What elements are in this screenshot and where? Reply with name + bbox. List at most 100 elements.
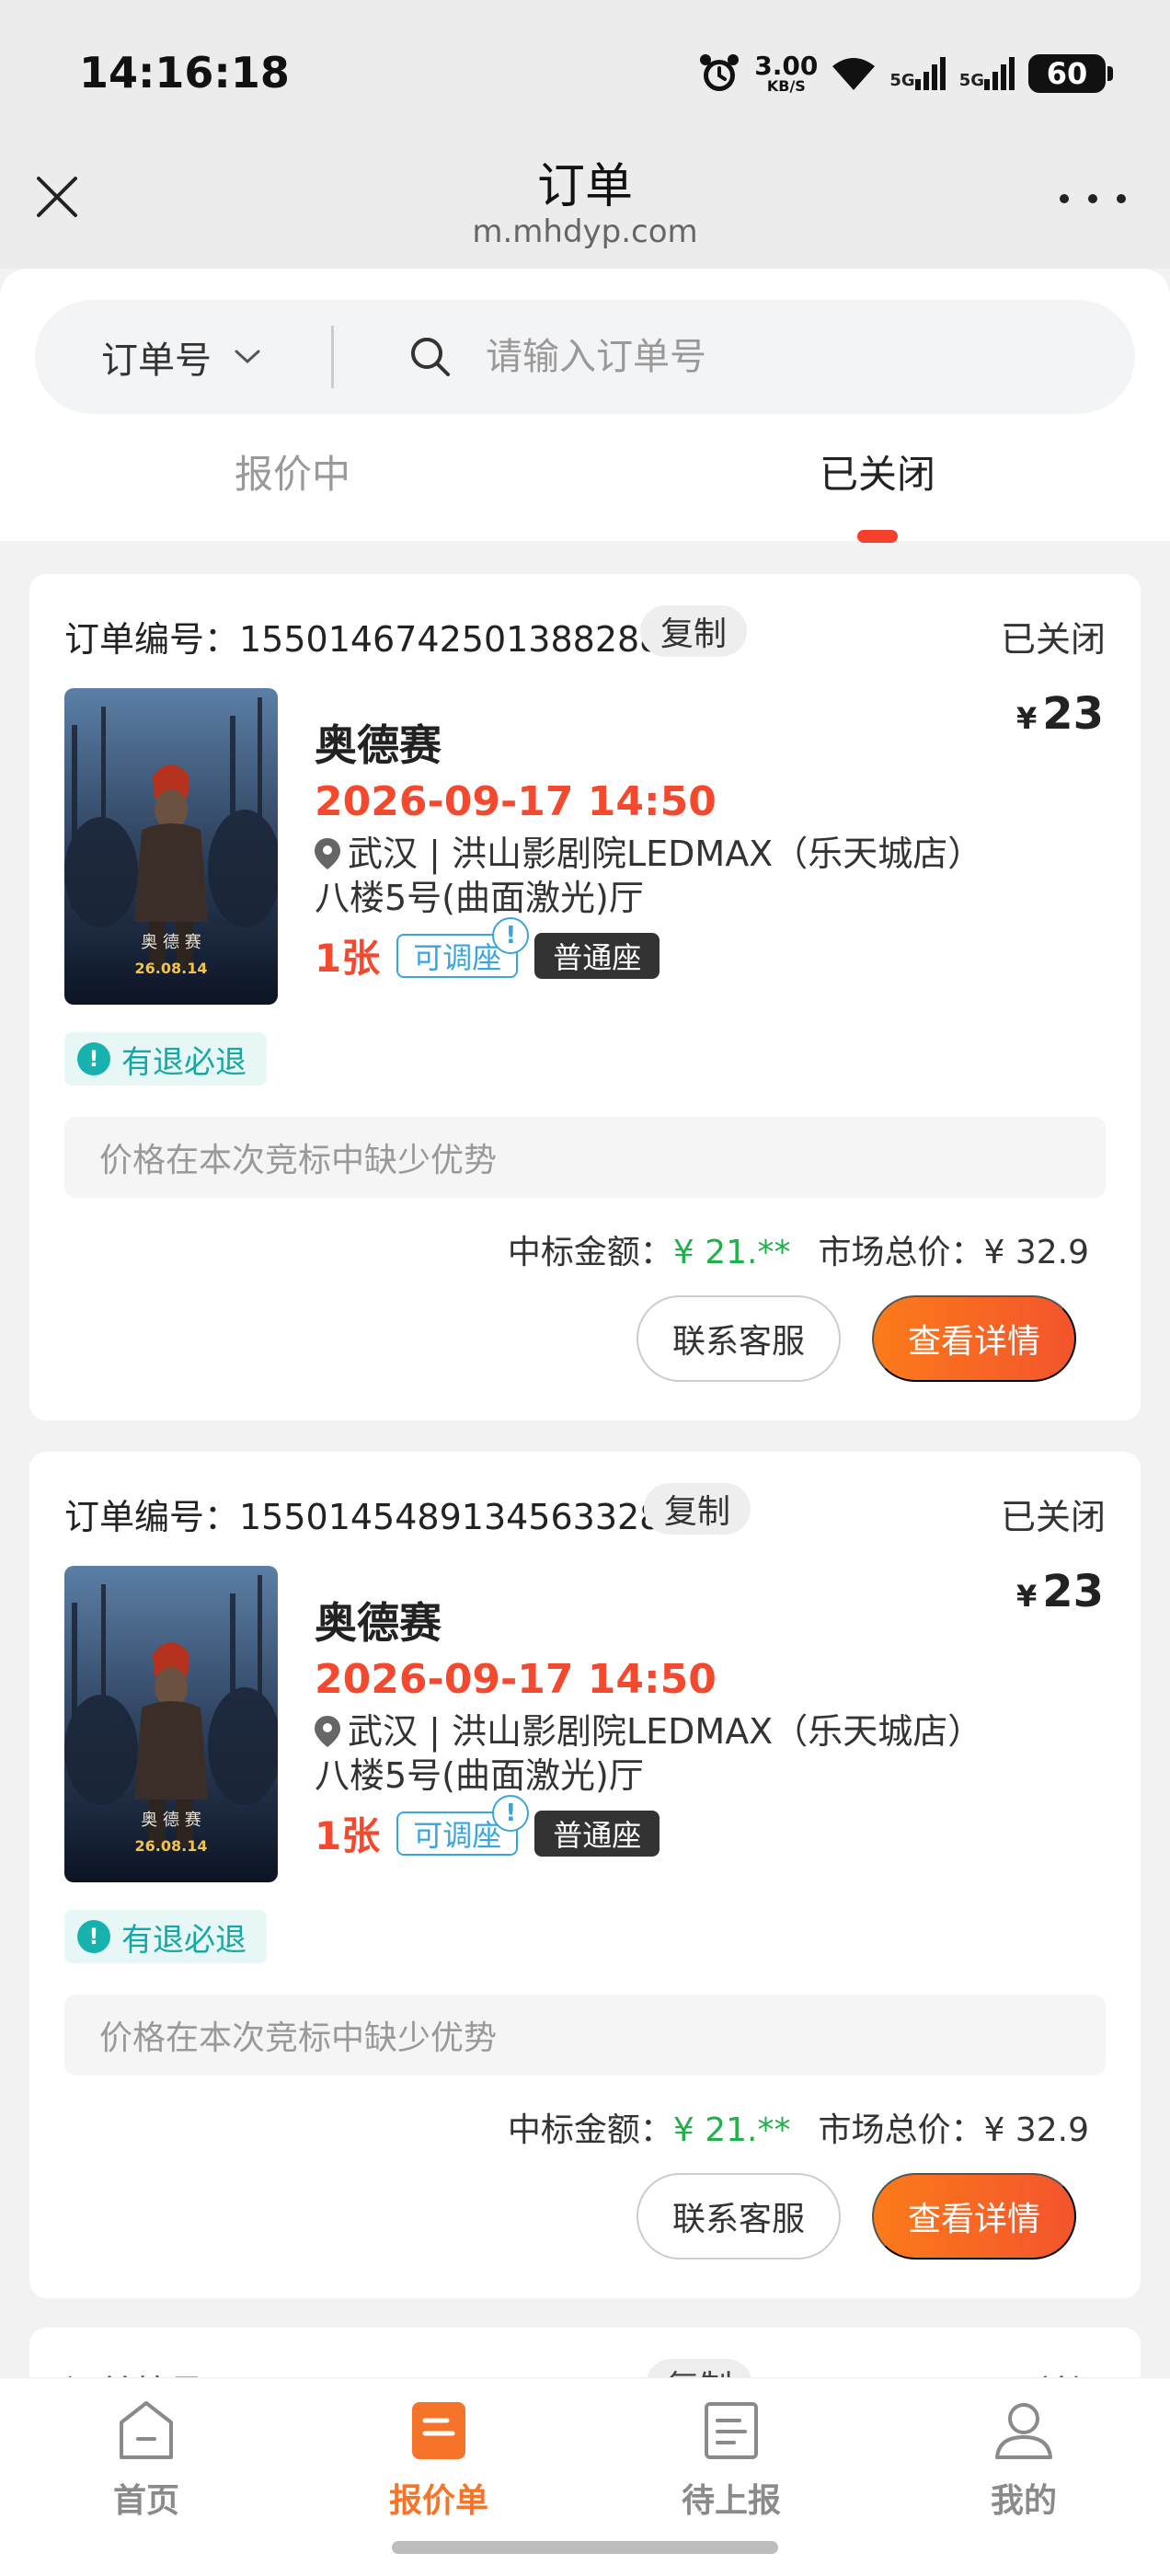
- ticket-count: 1张: [315, 936, 381, 981]
- chevron-down-icon: [235, 350, 260, 364]
- cell-signal-1: 5G: [889, 57, 946, 90]
- battery-indicator: 60: [1028, 54, 1113, 93]
- nav-label: 首页: [112, 2482, 179, 2520]
- order-number: 订单编号：1550145489134563328: [64, 1497, 662, 1537]
- price-value: 23: [1042, 1566, 1104, 1617]
- adjustable-seat-tag[interactable]: 可调座 !: [396, 1794, 530, 1856]
- ticket-tags: 1张 可调座 ! 普通座: [315, 916, 660, 983]
- status-time: 14:16:18: [79, 48, 290, 98]
- adjustable-seat-tag[interactable]: 可调座 !: [396, 916, 530, 978]
- contact-support-button[interactable]: 联系客服: [637, 2173, 841, 2260]
- copy-button[interactable]: 复制: [644, 1483, 751, 1535]
- bid-amount-label: 中标金额：: [507, 2111, 673, 2149]
- showtime: 2026-09-17 14:50: [315, 778, 717, 825]
- refund-badge: ! 有退必退: [64, 1910, 267, 1963]
- nav-item-pending-report[interactable]: 待上报: [585, 2400, 878, 2520]
- search-divider: [331, 326, 334, 388]
- order-card: 订单编号：1550146742501388288 复制 已关闭 奥 德 赛 26…: [29, 574, 1141, 1420]
- more-options-button[interactable]: [1060, 180, 1126, 217]
- poster-title: 奥 德 赛: [141, 1811, 201, 1830]
- view-details-button[interactable]: 查看详情: [872, 2173, 1076, 2260]
- currency-symbol: ¥: [1015, 701, 1038, 736]
- nav-item-home[interactable]: 首页: [0, 2400, 292, 2520]
- tab-quoting[interactable]: 报价中: [0, 443, 585, 500]
- page-title: 订单: [536, 159, 633, 214]
- currency-symbol: ¥: [1015, 1579, 1038, 1614]
- search-icon: [411, 338, 450, 376]
- poster-date: 26.08.14: [135, 1837, 208, 1855]
- poster-date: 26.08.14: [135, 960, 208, 977]
- search-type-dropdown[interactable]: 订单号: [101, 300, 261, 414]
- amount-row: 中标金额： ¥ 21.** 市场总价： ¥ 32.9: [508, 1225, 1089, 1273]
- search-bar: 订单号: [35, 300, 1135, 414]
- alert-icon: !: [77, 1920, 110, 1953]
- search-tabs-panel: 订单号 报价中 已关闭: [0, 269, 1170, 543]
- status-icons: 3.00 KB/S 5G 5G 60: [697, 48, 1113, 99]
- copy-button[interactable]: 复制: [640, 605, 748, 657]
- poster-image: 奥 德 赛 26.08.14: [64, 1566, 278, 1882]
- order-number: 订单编号：1550146742501388288: [64, 619, 662, 660]
- home-icon: [113, 2400, 179, 2461]
- cinema-info: 武汉 | 洪山影剧院LEDMAX（乐天城店） 八楼5号(曲面激光)厅: [315, 832, 1014, 920]
- seat-type-tag: 普通座: [534, 1810, 660, 1857]
- nav-item-quotes[interactable]: 报价单: [292, 2400, 585, 2520]
- search-type-label: 订单号: [101, 339, 212, 382]
- active-tab-indicator: [857, 530, 898, 543]
- contact-support-button[interactable]: 联系客服: [637, 1295, 841, 1382]
- poster-title: 奥 德 赛: [141, 933, 201, 952]
- view-details-button[interactable]: 查看详情: [872, 1295, 1076, 1382]
- refund-label: 有退必退: [121, 1921, 247, 1959]
- page-domain: m.mhdyp.com: [472, 213, 698, 250]
- pending-report-icon: [698, 2400, 764, 2461]
- hall-name: 八楼5号(曲面激光)厅: [315, 1755, 644, 1796]
- movie-poster[interactable]: 奥 德 赛 26.08.14: [64, 688, 278, 1005]
- ticket-count: 1张: [315, 1813, 381, 1858]
- more-dot-icon: [1117, 194, 1126, 203]
- refund-badge: ! 有退必退: [64, 1032, 267, 1086]
- showtime: 2026-09-17 14:50: [315, 1656, 717, 1703]
- bid-notice: 价格在本次竞标中缺少优势: [64, 1995, 1106, 2076]
- order-status: 已关闭: [1000, 1497, 1106, 1537]
- bid-amount-label: 中标金额：: [507, 1234, 673, 1271]
- cinema-name: 武汉 | 洪山影剧院LEDMAX（乐天城店）: [348, 1711, 983, 1752]
- search-input[interactable]: [486, 322, 1074, 392]
- nav-label: 报价单: [388, 2482, 488, 2520]
- market-price-label: 市场总价：: [818, 2111, 984, 2149]
- bid-notice: 价格在本次竞标中缺少优势: [64, 1117, 1106, 1198]
- alert-icon: !: [77, 1042, 110, 1075]
- tab-closed[interactable]: 已关闭: [585, 443, 1170, 500]
- poster-image: 奥 德 赛 26.08.14: [64, 688, 278, 1005]
- profile-icon: [991, 2400, 1057, 2461]
- info-icon[interactable]: !: [492, 916, 530, 954]
- movie-name: 奥德赛: [315, 1598, 442, 1648]
- location-pin-icon: [315, 838, 340, 869]
- cinema-name: 武汉 | 洪山影剧院LEDMAX（乐天城店）: [348, 834, 983, 874]
- movie-name: 奥德赛: [315, 720, 442, 770]
- top-bar: 14:16:18 3.00 KB/S 5G 5G 60 订单 m.mhdyp.c…: [0, 0, 1170, 269]
- market-price-label: 市场总价：: [818, 1234, 984, 1271]
- quote-icon: [406, 2400, 472, 2461]
- cell-signal-2: 5G: [959, 57, 1015, 90]
- seat-type-tag: 普通座: [534, 932, 660, 979]
- price-value: 23: [1042, 688, 1104, 740]
- location-pin-icon: [315, 1716, 340, 1747]
- amount-row: 中标金额： ¥ 21.** 市场总价： ¥ 32.9: [508, 2103, 1089, 2151]
- order-price: ¥23: [1016, 1566, 1104, 1617]
- info-icon[interactable]: !: [492, 1794, 530, 1832]
- more-dot-icon: [1088, 194, 1097, 203]
- cinema-info: 武汉 | 洪山影剧院LEDMAX（乐天城店） 八楼5号(曲面激光)厅: [315, 1709, 1014, 1798]
- adjustable-seat-label: 可调座: [413, 939, 502, 975]
- signal-bars-icon: [914, 57, 946, 90]
- nav-item-profile[interactable]: 我的: [878, 2400, 1170, 2520]
- bid-amount-value: ¥ 21.**: [672, 1234, 791, 1271]
- more-dot-icon: [1060, 194, 1069, 203]
- wifi-icon: [832, 58, 876, 90]
- alarm-icon: [700, 54, 740, 91]
- bid-amount-value: ¥ 21.**: [672, 2111, 791, 2149]
- adjustable-seat-label: 可调座: [413, 1817, 502, 1853]
- market-price-value: ¥ 32.9: [983, 1234, 1089, 1271]
- home-indicator-bar[interactable]: [392, 2541, 778, 2554]
- ticket-tags: 1张 可调座 ! 普通座: [315, 1794, 660, 1861]
- nav-label: 待上报: [681, 2482, 781, 2520]
- movie-poster[interactable]: 奥 德 赛 26.08.14: [64, 1566, 278, 1882]
